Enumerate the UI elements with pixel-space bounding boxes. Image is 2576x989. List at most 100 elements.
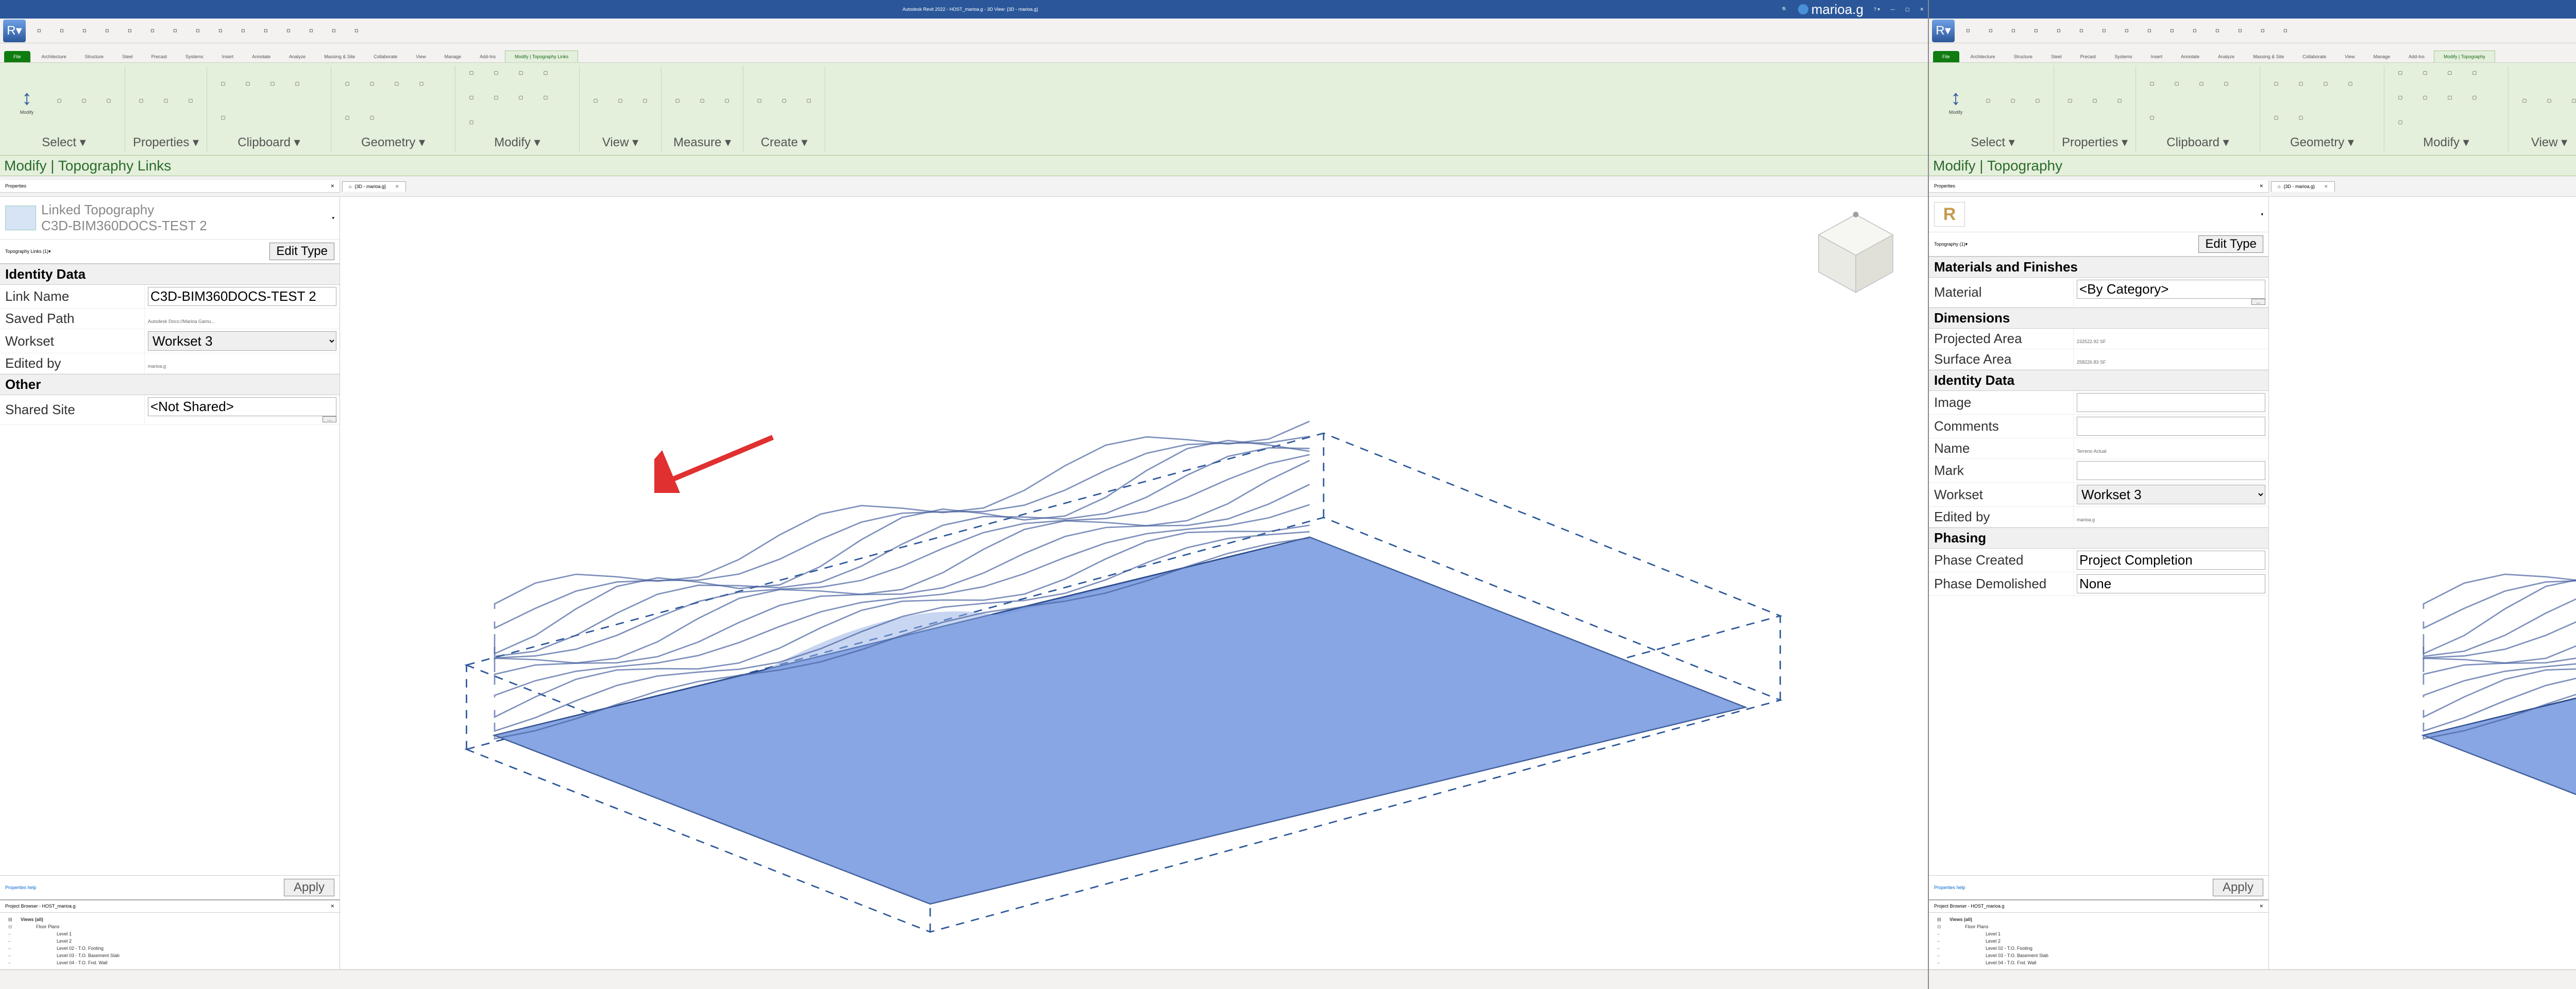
ribbon-button[interactable]: ▢ (461, 62, 482, 83)
palette-close-icon[interactable]: ✕ (2259, 903, 2263, 909)
property-group-header[interactable]: Dimensions (1929, 308, 2268, 329)
tree-node[interactable]: Level 03 - T.O. Basement Slab (5, 952, 334, 959)
ribbon-button[interactable]: ▢ (155, 90, 177, 111)
ribbon-tab[interactable]: View (406, 51, 435, 62)
ribbon-button[interactable]: ▢ (2414, 62, 2436, 83)
tree-node[interactable]: Level 04 - T.O. Fnd. Wall (1934, 959, 2263, 966)
home-icon[interactable]: ⌂ (2278, 184, 2280, 189)
qat-button[interactable]: ▫ (2185, 22, 2204, 40)
ribbon-button[interactable]: ▢ (48, 90, 70, 111)
ribbon-button[interactable]: ▢ (336, 107, 358, 128)
property-group-header[interactable]: Other (0, 374, 340, 395)
ribbon-button[interactable]: ▢ (2514, 90, 2535, 111)
chevron-down-icon[interactable]: ▾ (2261, 212, 2263, 217)
ribbon-tab[interactable]: Manage (2364, 51, 2400, 62)
tree-node[interactable]: Level 03 - T.O. Basement Slab (1934, 952, 2263, 959)
property-browse-button[interactable]: … (2251, 299, 2265, 305)
ribbon-button[interactable]: ▢ (667, 90, 688, 111)
close-view-icon[interactable]: ✕ (2324, 184, 2328, 190)
ribbon-button[interactable]: ▢ (2002, 90, 2024, 111)
ribbon-button[interactable]: ▢ (2315, 73, 2336, 94)
property-value-input[interactable] (148, 397, 336, 416)
apply-button[interactable]: Apply (2213, 879, 2263, 896)
ribbon-button[interactable]: ▢ (2084, 90, 2106, 111)
ribbon-button[interactable]: ▢ (510, 62, 532, 83)
tree-node[interactable]: Level 1 (1934, 930, 2263, 937)
qat-measure-button[interactable]: ▫ (2095, 22, 2113, 40)
ribbon-tab[interactable]: Systems (2105, 51, 2142, 62)
file-tab[interactable]: File (1933, 51, 1959, 62)
qat-button[interactable]: ▫ (189, 22, 207, 40)
qat-button[interactable]: ▫ (2253, 22, 2272, 40)
selection-filter[interactable]: Topography Links (1) (5, 249, 48, 254)
qat-button[interactable]: ▫ (2140, 22, 2159, 40)
ribbon-button[interactable]: ▢ (535, 62, 556, 83)
palette-close-icon[interactable]: ✕ (330, 183, 334, 189)
tree-node[interactable]: Views (all) (5, 916, 334, 923)
property-value-input[interactable] (148, 287, 336, 306)
property-group-header[interactable]: Identity Data (1929, 370, 2268, 391)
ribbon-tab[interactable]: Precast (142, 51, 177, 62)
qat-button[interactable]: ▫ (234, 22, 252, 40)
ribbon-tab[interactable]: Collaborate (2293, 51, 2335, 62)
type-selector[interactable]: Linked TopographyC3D-BIM360DOCS-TEST 2▾ (0, 197, 340, 240)
qat-print-button[interactable]: ▫ (143, 22, 162, 40)
ribbon-tab[interactable]: View (2335, 51, 2364, 62)
minimize-button[interactable]: — (1890, 7, 1895, 12)
property-value-input[interactable] (2077, 461, 2265, 480)
ribbon-button[interactable]: ▢ (212, 107, 234, 128)
edit-type-button[interactable]: Edit Type (269, 243, 334, 260)
ribbon-button[interactable]: ▢ (2290, 107, 2312, 128)
ribbon-button[interactable]: ▢ (2059, 90, 2081, 111)
qat-button[interactable]: ▫ (279, 22, 298, 40)
ribbon-button[interactable]: ▢ (2265, 107, 2287, 128)
qat-button[interactable]: ▫ (2208, 22, 2227, 40)
qat-save-button[interactable]: ▫ (53, 22, 71, 40)
ribbon-button[interactable]: ▢ (2464, 62, 2485, 83)
ribbon-tab[interactable]: Add-Ins (2399, 51, 2434, 62)
tree-node[interactable]: Level 2 (5, 937, 334, 945)
ribbon-button[interactable]: ▢ (73, 90, 95, 111)
ribbon-tab[interactable]: Steel (113, 51, 142, 62)
qat-sync-button[interactable]: ▫ (2004, 22, 2023, 40)
ribbon-tab[interactable]: Architecture (32, 51, 76, 62)
ribbon-tab[interactable]: Massing & Site (2244, 51, 2293, 62)
tree-node[interactable]: Level 2 (1934, 937, 2263, 945)
ribbon-button[interactable]: ▢ (262, 73, 283, 94)
ribbon-button[interactable]: ▢ (2389, 62, 2411, 83)
palette-close-icon[interactable]: ✕ (330, 903, 334, 909)
ribbon-button[interactable]: ▢ (2215, 73, 2237, 94)
ribbon-button[interactable]: ▢ (510, 87, 532, 108)
property-group-header[interactable]: Phasing (1929, 527, 2268, 549)
edit-type-button[interactable]: Edit Type (2198, 235, 2263, 253)
property-value-input[interactable] (2077, 574, 2265, 593)
qat-undo-button[interactable]: ▫ (2027, 22, 2045, 40)
ribbon-button[interactable]: ▢ (237, 73, 259, 94)
drawing-canvas[interactable] (2269, 197, 2576, 969)
properties-help-link[interactable]: Properties help (5, 885, 37, 890)
ribbon-button[interactable]: ▢ (361, 73, 383, 94)
qat-open-button[interactable]: ▫ (30, 22, 48, 40)
modify-button[interactable]: ↕Modify (8, 75, 45, 126)
drawing-canvas[interactable] (340, 197, 1928, 969)
tree-node[interactable]: Level 04 - T.O. Fnd. Wall (5, 959, 334, 966)
ribbon-button[interactable]: ▢ (130, 90, 152, 111)
qat-button[interactable]: ▫ (211, 22, 230, 40)
ribbon-tab[interactable]: Architecture (1961, 51, 2005, 62)
ribbon-button[interactable]: ▢ (773, 90, 795, 111)
tree-node[interactable]: Level 1 (5, 930, 334, 937)
ribbon-button[interactable]: ▢ (212, 73, 234, 94)
ribbon-tab[interactable]: Annotate (243, 51, 280, 62)
ribbon-button[interactable]: ▢ (2340, 73, 2361, 94)
topography-surface[interactable] (2269, 197, 2576, 969)
ribbon-button[interactable]: ▢ (535, 87, 556, 108)
ribbon-tab[interactable]: Add-Ins (470, 51, 505, 62)
qat-button[interactable]: ▫ (2117, 22, 2136, 40)
search-icon[interactable]: 🔍 (1782, 7, 1788, 12)
selection-filter[interactable]: Topography (1) (1934, 242, 1965, 247)
ribbon-tab[interactable]: Analyze (280, 51, 315, 62)
ribbon-button[interactable]: ▢ (2290, 73, 2312, 94)
property-value-select[interactable]: Workset 3 (148, 331, 336, 351)
ribbon-tab[interactable]: Analyze (2209, 51, 2244, 62)
ribbon-button[interactable]: ▢ (2439, 87, 2461, 108)
